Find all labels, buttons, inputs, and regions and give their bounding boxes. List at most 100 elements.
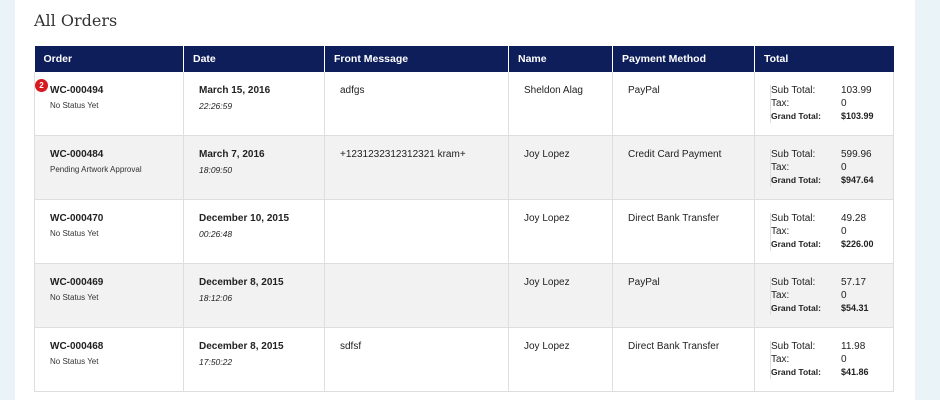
orders-panel: All Orders Order Date Front Message Name… <box>15 0 915 400</box>
order-status: No Status Yet <box>50 229 99 238</box>
tax-value: 0 <box>841 162 847 173</box>
order-id[interactable]: WC-000494 <box>50 85 103 96</box>
payment-method: Direct Bank Transfer <box>628 341 720 352</box>
sub-total-value: 11.98 <box>841 341 866 352</box>
table-row[interactable]: WC-000484 Pending Artwork Approval March… <box>34 135 894 200</box>
total-cell: Sub Total: 57.17 Tax: 0 Grand Total: $54.31 <box>754 263 894 328</box>
payment-cell: PayPal <box>612 72 755 136</box>
grand-total-label: Grand Total: <box>770 239 841 251</box>
order-time: 17:50:22 <box>199 357 233 367</box>
total-cell: Sub Total: 103.99 Tax: 0 Grand Total: $103.… <box>754 72 894 136</box>
order-time: 18:12:06 <box>199 293 233 303</box>
order-date: March 7, 2016 <box>199 149 265 160</box>
table-header-row: Order Date Front Message Name Payment Me… <box>34 46 894 72</box>
payment-method: Direct Bank Transfer <box>628 213 720 224</box>
table-row[interactable]: 2 WC-000494 No Status Yet March 15, 2016… <box>34 72 894 136</box>
date-cell: December 10, 2015 00:26:48 <box>183 199 325 264</box>
payment-cell: PayPal <box>612 263 755 328</box>
payment-method: Credit Card Payment <box>628 149 722 160</box>
sub-total-value: 599.96 <box>841 149 872 160</box>
tax-value: 0 <box>841 354 847 365</box>
sub-total-value: 57.17 <box>841 277 867 288</box>
name-cell: Joy Lopez <box>508 199 613 264</box>
grand-total-label: Grand Total: <box>770 303 841 315</box>
totals-table: Sub Total: 599.96 Tax: 0 Grand Total: $947.… <box>770 149 874 187</box>
sub-total-label: Sub Total: <box>770 277 841 290</box>
order-cell: 2 WC-000494 No Status Yet <box>34 72 184 136</box>
total-cell: Sub Total: 49.28 Tax: 0 Grand Total: $226.0… <box>754 199 894 264</box>
date-cell: December 8, 2015 17:50:22 <box>183 327 325 392</box>
order-date: December 10, 2015 <box>199 213 290 224</box>
tax-label: Tax: <box>770 354 841 367</box>
totals-table: Sub Total: 11.98 Tax: 0 Grand Total: $41.86 <box>770 341 869 379</box>
order-id[interactable]: WC-000468 <box>50 341 183 352</box>
name-cell: Joy Lopez <box>508 135 613 200</box>
tax-label: Tax: <box>770 98 841 111</box>
customer-name: Joy Lopez <box>524 149 570 160</box>
order-time: 22:26:59 <box>199 101 233 111</box>
column-header-front-message[interactable]: Front Message <box>324 46 509 72</box>
front-message-cell <box>324 199 509 264</box>
customer-name: Sheldon Alag <box>524 85 583 96</box>
totals-table: Sub Total: 49.28 Tax: 0 Grand Total: $226.0… <box>770 213 874 251</box>
sub-total-label: Sub Total: <box>770 213 841 226</box>
grand-total-value: $947.64 <box>841 175 874 185</box>
order-status: No Status Yet <box>50 293 99 302</box>
grand-total-value: $41.86 <box>841 367 869 377</box>
name-cell: Joy Lopez <box>508 263 613 328</box>
order-id-link[interactable]: 2 WC-000494 <box>35 79 183 96</box>
order-id[interactable]: WC-000470 <box>50 213 183 224</box>
table-row[interactable]: WC-000469 No Status Yet December 8, 2015… <box>34 263 894 328</box>
sub-total-value: 49.28 <box>841 213 867 224</box>
name-cell: Joy Lopez <box>508 327 613 392</box>
payment-cell: Credit Card Payment <box>612 135 755 200</box>
payment-cell: Direct Bank Transfer <box>612 327 755 392</box>
order-cell: WC-000468 No Status Yet <box>34 327 184 392</box>
order-status: Pending Artwork Approval <box>50 165 142 174</box>
tax-label: Tax: <box>770 226 841 239</box>
date-cell: March 7, 2016 18:09:50 <box>183 135 325 200</box>
order-id[interactable]: WC-000484 <box>50 149 183 160</box>
front-message: +1231232312312321 kram+ <box>340 149 466 160</box>
table-row[interactable]: WC-000468 No Status Yet December 8, 2015… <box>34 327 894 392</box>
tax-value: 0 <box>841 226 847 237</box>
order-status: No Status Yet <box>50 101 99 110</box>
total-cell: Sub Total: 11.98 Tax: 0 Grand Total: $41.86 <box>754 327 894 392</box>
customer-name: Joy Lopez <box>524 277 570 288</box>
order-time: 00:26:48 <box>199 229 233 239</box>
grand-total-value: $103.99 <box>841 111 874 121</box>
customer-name: Joy Lopez <box>524 213 570 224</box>
sub-total-label: Sub Total: <box>770 149 841 162</box>
front-message-cell: adfgs <box>324 72 509 136</box>
tax-label: Tax: <box>770 162 841 175</box>
order-status: No Status Yet <box>50 357 99 366</box>
tax-value: 0 <box>841 290 847 301</box>
table-row[interactable]: WC-000470 No Status Yet December 10, 201… <box>34 199 894 264</box>
grand-total-value: $226.00 <box>841 239 874 249</box>
notification-badge[interactable]: 2 <box>35 79 48 92</box>
grand-total-label: Grand Total: <box>770 367 841 379</box>
column-header-total[interactable]: Total <box>754 46 894 72</box>
sub-total-label: Sub Total: <box>770 341 841 354</box>
order-id[interactable]: WC-000469 <box>50 277 183 288</box>
grand-total-label: Grand Total: <box>770 175 841 187</box>
order-cell: WC-000469 No Status Yet <box>34 263 184 328</box>
front-message-cell <box>324 263 509 328</box>
column-header-name[interactable]: Name <box>508 46 613 72</box>
front-message: adfgs <box>340 85 365 96</box>
column-header-date[interactable]: Date <box>183 46 325 72</box>
grand-total-label: Grand Total: <box>770 111 841 123</box>
column-header-order[interactable]: Order <box>34 46 184 72</box>
totals-table: Sub Total: 103.99 Tax: 0 Grand Total: $103.… <box>770 85 874 123</box>
payment-method: PayPal <box>628 277 660 288</box>
column-header-payment-method[interactable]: Payment Method <box>612 46 755 72</box>
orders-table: Order Date Front Message Name Payment Me… <box>34 46 894 392</box>
page-title: All Orders <box>34 11 118 30</box>
order-date: December 8, 2015 <box>199 277 284 288</box>
order-time: 18:09:50 <box>199 165 233 175</box>
order-date: March 15, 2016 <box>199 85 271 96</box>
sub-total-label: Sub Total: <box>770 85 841 98</box>
name-cell: Sheldon Alag <box>508 72 613 136</box>
order-cell: WC-000470 No Status Yet <box>34 199 184 264</box>
front-message-cell: sdfsf <box>324 327 509 392</box>
